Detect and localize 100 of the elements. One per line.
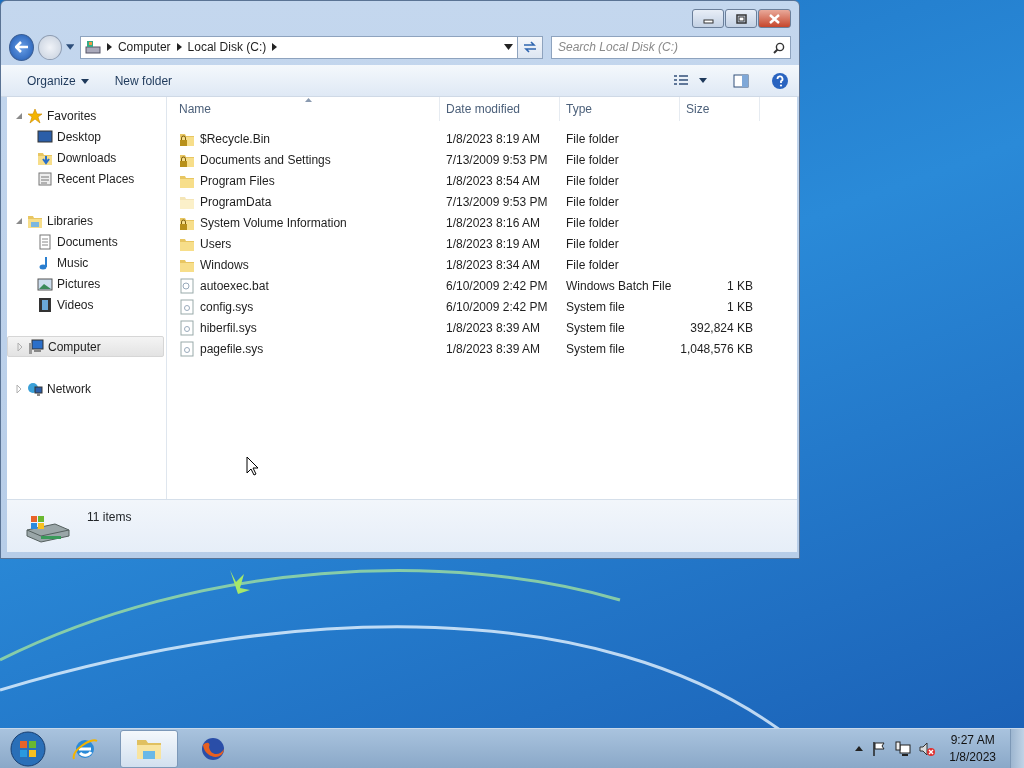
help-icon[interactable] — [771, 71, 789, 90]
show-hidden-icons-arrow-icon[interactable] — [855, 746, 864, 751]
file-row[interactable]: $Recycle.Bin 1/8/2023 8:19 AM File folder — [167, 128, 797, 149]
date-cell-text: 1/8/2023 8:19 AM — [445, 235, 542, 253]
file-name: System Volume Information — [200, 214, 347, 232]
view-list-icon[interactable] — [673, 73, 689, 88]
clock[interactable]: 9:27 AM 1/8/2023 — [943, 731, 1002, 766]
file-name: hiberfil.sys — [200, 319, 257, 337]
taskbar-app-button[interactable] — [120, 729, 178, 768]
nav-item[interactable]: Recent Places — [7, 168, 164, 189]
file-row[interactable]: config.sys 6/10/2009 2:42 PM System file 1 KB — [167, 296, 797, 317]
dropdown-caret-icon[interactable] — [503, 44, 513, 50]
date-cell-text: 1/8/2023 8:34 AM — [445, 256, 542, 274]
recent-places-icon — [37, 170, 53, 187]
nav-label: Music — [57, 254, 89, 272]
date-cell-text: 1/8/2023 8:16 AM — [445, 214, 542, 232]
preview-pane-icon[interactable] — [733, 73, 749, 88]
nav-label: Videos — [57, 296, 94, 314]
back-button[interactable] — [9, 33, 35, 61]
search-icon — [773, 41, 785, 54]
address-bar[interactable]: Computer Local Disk (C:) — [79, 35, 518, 59]
network-icon — [27, 380, 43, 397]
file-name: pagefile.sys — [200, 340, 264, 358]
file-name: $Recycle.Bin — [200, 130, 271, 148]
size-cell: 392,824 KB — [690, 320, 753, 335]
file-name: ProgramData — [200, 193, 272, 211]
nav-item[interactable]: Music — [7, 252, 164, 273]
expanded-arrow-icon[interactable] — [15, 111, 23, 120]
date-cell-text: 1/8/2023 8:19 AM — [445, 130, 542, 148]
expanded-arrow-icon[interactable] — [15, 216, 23, 225]
nav-label: Computer — [48, 338, 101, 356]
nav-label: Libraries — [47, 212, 94, 230]
size-cell: 1 KB — [727, 278, 753, 293]
breadcrumb-arrow-icon[interactable] — [176, 43, 182, 51]
date-cell-text: 1/8/2023 8:54 AM — [445, 172, 542, 190]
caret-icon[interactable] — [699, 78, 707, 83]
organize-menu-button[interactable]: Organize — [19, 68, 97, 93]
file-row[interactable]: Windows 1/8/2023 8:34 AM File folder — [167, 254, 797, 275]
type-cell-text: File folder — [565, 172, 620, 190]
type-cell-text: File folder — [565, 130, 620, 148]
recent-pages-caret-icon[interactable] — [65, 44, 74, 50]
file-row[interactable]: ProgramData 7/13/2009 9:53 PM File folder — [167, 191, 797, 212]
file-name: Documents and Settings — [200, 151, 331, 169]
date-cell-text: 7/13/2009 9:53 PM — [445, 151, 549, 169]
nav-item[interactable]: Network — [7, 378, 164, 399]
nav-label: Favorites — [47, 107, 97, 125]
breadcrumb[interactable]: Computer — [117, 38, 171, 56]
caret-icon — [80, 78, 89, 84]
nav-label: Documents — [57, 233, 118, 251]
date-cell-text: 6/10/2009 2:42 PM — [445, 298, 549, 316]
breadcrumb-arrow-icon[interactable] — [272, 43, 278, 51]
column-header[interactable]: Date modified — [440, 97, 560, 121]
nav-item[interactable]: Downloads — [7, 147, 164, 168]
file-row[interactable]: pagefile.sys 1/8/2023 8:39 AM System file 1,048,576 KB — [167, 338, 797, 359]
type-cell-text: File folder — [565, 214, 620, 232]
maximize-icon — [735, 13, 747, 24]
date-cell-text: 1/8/2023 8:39 AM — [445, 340, 542, 358]
file-row[interactable]: System Volume Information 1/8/2023 8:16 AM File folder — [167, 212, 797, 233]
flag-icon[interactable] — [871, 740, 888, 757]
file-row[interactable]: Users 1/8/2023 8:19 AM File folder — [167, 233, 797, 254]
network-icon[interactable] — [895, 740, 912, 757]
type-cell-text: File folder — [565, 256, 620, 274]
file-row[interactable]: autoexec.bat 6/10/2009 2:42 PM Windows Batch File 1 KB — [167, 275, 797, 296]
maximize-button[interactable] — [725, 9, 757, 28]
status-text: 11 items — [87, 509, 132, 526]
new-folder-button[interactable]: New folder — [106, 68, 181, 93]
nav-label: Network — [47, 380, 91, 398]
breadcrumb[interactable]: Local Disk (C:) — [187, 38, 267, 56]
nav-label: Pictures — [57, 275, 101, 293]
nav-item[interactable]: Desktop — [7, 126, 164, 147]
back-arrow-icon — [14, 41, 29, 53]
date-cell-text: 6/10/2009 2:42 PM — [445, 277, 549, 295]
nav-item[interactable]: Computer — [7, 336, 164, 357]
nav-item[interactable]: Videos — [7, 294, 164, 315]
column-header[interactable]: Type — [560, 97, 680, 121]
type-cell-text: Windows Batch File — [565, 277, 673, 295]
desktop-icon — [37, 128, 53, 145]
close-button[interactable] — [758, 9, 791, 28]
nav-item[interactable]: Documents — [7, 231, 164, 252]
file-row[interactable]: Program Files 1/8/2023 8:54 AM File folder — [167, 170, 797, 191]
type-cell-text: File folder — [565, 235, 620, 253]
date-cell-text: 7/13/2009 9:53 PM — [445, 193, 549, 211]
mouse-pointer-icon — [246, 456, 259, 476]
document-icon — [37, 233, 53, 250]
nav-item[interactable]: Favorites — [7, 105, 164, 126]
minimize-button[interactable] — [692, 9, 724, 28]
file-row[interactable]: hiberfil.sys 1/8/2023 8:39 AM System file 392,824 KB — [167, 317, 797, 338]
computer-icon — [28, 338, 44, 355]
nav-item[interactable]: Libraries — [7, 210, 164, 231]
file-name: Windows — [200, 256, 249, 274]
file-row[interactable]: Documents and Settings 7/13/2009 9:53 PM File folder — [167, 149, 797, 170]
column-header[interactable]: Size — [680, 97, 760, 121]
type-cell-text: File folder — [565, 151, 620, 169]
date-cell-text: 1/8/2023 8:39 AM — [445, 319, 542, 337]
search-field[interactable]: Search Local Disk (C:) — [551, 35, 791, 59]
speaker-muted-icon[interactable] — [919, 740, 936, 757]
nav-item[interactable]: Pictures — [7, 273, 164, 294]
star-icon — [27, 107, 43, 124]
sort-arrow-icon — [305, 98, 312, 102]
breadcrumb-arrow-icon[interactable] — [106, 43, 112, 51]
